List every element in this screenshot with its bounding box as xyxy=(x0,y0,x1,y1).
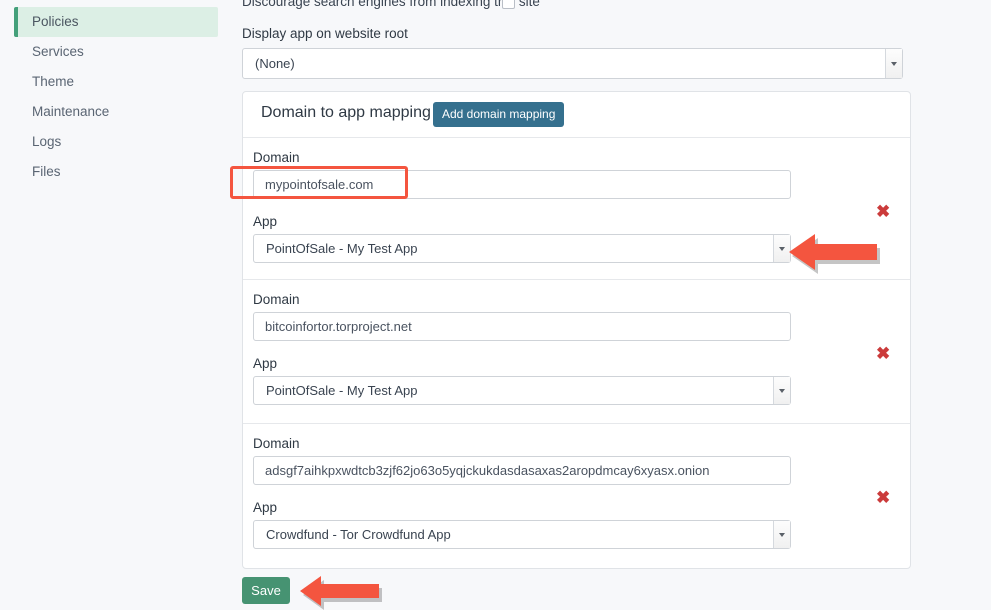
panel-title: Domain to app mapping xyxy=(261,104,431,122)
sidebar: Policies Services Theme Maintenance Logs… xyxy=(0,0,232,610)
chevron-down-icon xyxy=(773,521,790,548)
domain-input-1[interactable] xyxy=(253,312,791,341)
chevron-down-icon xyxy=(885,49,902,78)
domain-label-0: Domain xyxy=(253,150,300,165)
add-domain-mapping-button[interactable]: Add domain mapping xyxy=(433,102,564,127)
sidebar-item-theme[interactable]: Theme xyxy=(14,67,218,97)
app-select-value-0: PointOfSale - My Test App xyxy=(266,235,418,262)
app-select-1[interactable]: PointOfSale - My Test App xyxy=(253,376,791,405)
chevron-down-icon xyxy=(773,377,790,404)
domain-mapping-row-0: Domain App PointOfSale - My Test App ✖ xyxy=(243,138,910,279)
app-label-1: App xyxy=(253,356,277,371)
domain-label-2: Domain xyxy=(253,436,300,451)
delete-mapping-icon-1[interactable]: ✖ xyxy=(876,345,890,362)
display-app-root-value: (None) xyxy=(255,49,295,78)
discourage-indexing-checkbox[interactable] xyxy=(502,0,515,9)
chevron-down-icon xyxy=(773,235,790,262)
app-select-0[interactable]: PointOfSale - My Test App xyxy=(253,234,791,263)
discourage-indexing-label: Discourage search engines from indexing … xyxy=(242,0,540,9)
app-select-2[interactable]: Crowdfund - Tor Crowdfund App xyxy=(253,520,791,549)
domain-mapping-row-1: Domain App PointOfSale - My Test App ✖ xyxy=(243,279,910,423)
domain-input-2[interactable] xyxy=(253,456,791,485)
app-label-0: App xyxy=(253,214,277,229)
display-app-root-select[interactable]: (None) xyxy=(242,48,903,79)
save-button[interactable]: Save xyxy=(242,577,290,604)
sidebar-item-logs[interactable]: Logs xyxy=(14,127,218,157)
domain-mapping-panel: Domain to app mapping Add domain mapping… xyxy=(242,91,911,569)
delete-mapping-icon-2[interactable]: ✖ xyxy=(876,489,890,506)
sidebar-item-maintenance[interactable]: Maintenance xyxy=(14,97,218,127)
domain-label-1: Domain xyxy=(253,292,300,307)
app-select-value-1: PointOfSale - My Test App xyxy=(266,377,418,404)
sidebar-item-policies[interactable]: Policies xyxy=(14,7,218,37)
main-content: Discourage search engines from indexing … xyxy=(232,0,991,610)
app-label-2: App xyxy=(253,500,277,515)
sidebar-item-files[interactable]: Files xyxy=(14,157,218,187)
display-app-root-label: Display app on website root xyxy=(242,26,408,41)
delete-mapping-icon-0[interactable]: ✖ xyxy=(876,203,890,220)
sidebar-item-services[interactable]: Services xyxy=(14,37,218,67)
domain-input-0[interactable] xyxy=(253,170,791,199)
panel-header: Domain to app mapping Add domain mapping xyxy=(243,92,910,138)
domain-mapping-row-2: Domain App Crowdfund - Tor Crowdfund App… xyxy=(243,423,910,568)
app-select-value-2: Crowdfund - Tor Crowdfund App xyxy=(266,521,451,548)
